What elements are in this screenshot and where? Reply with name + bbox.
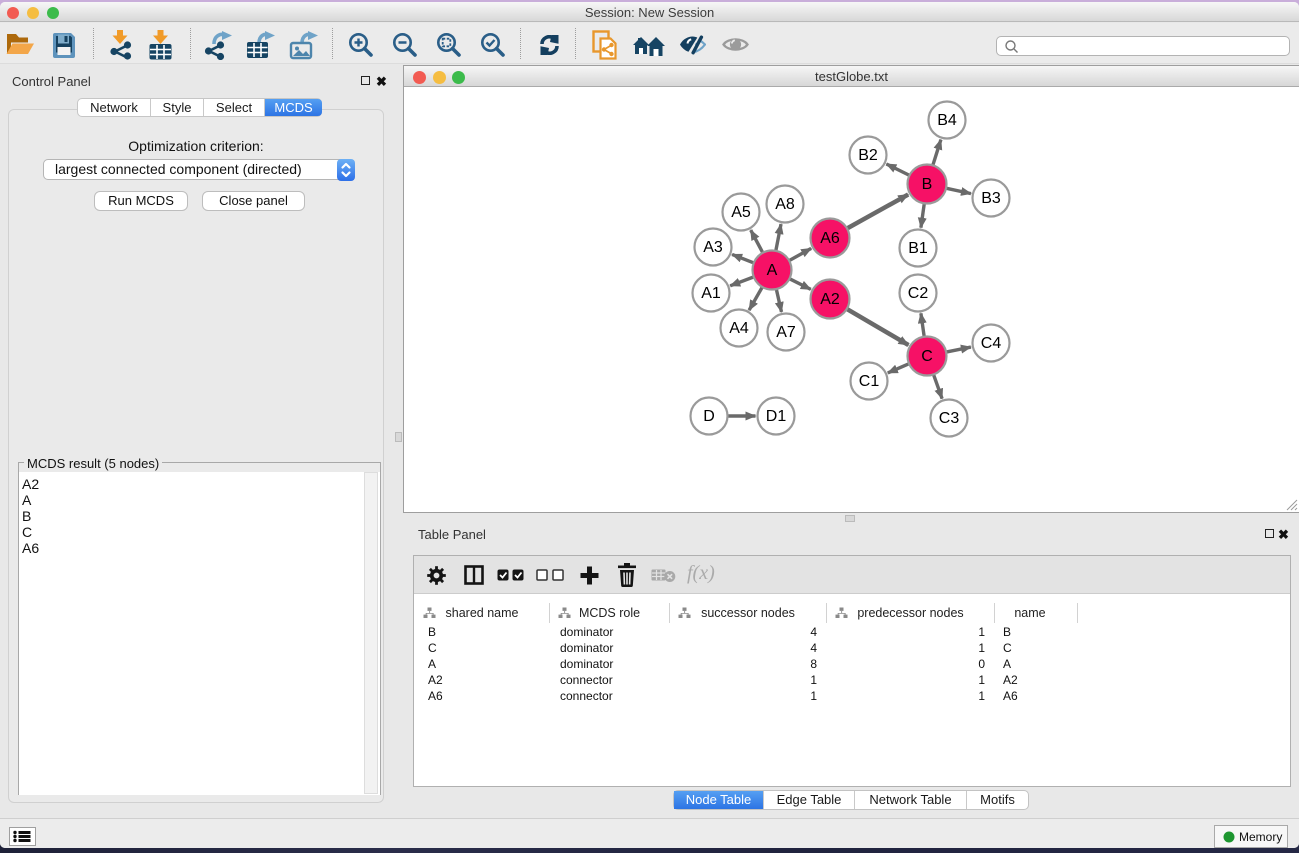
svg-text:C4: C4 (981, 335, 1002, 352)
svg-text:A5: A5 (731, 204, 751, 221)
svg-text:A1: A1 (701, 285, 721, 302)
svg-text:A4: A4 (729, 320, 749, 337)
svg-text:A6: A6 (820, 230, 840, 247)
svg-text:A8: A8 (775, 196, 795, 213)
svg-text:B3: B3 (981, 190, 1001, 207)
svg-text:B4: B4 (937, 112, 957, 129)
svg-text:A: A (767, 262, 778, 279)
svg-text:A7: A7 (776, 324, 796, 341)
svg-text:B1: B1 (908, 240, 928, 257)
svg-text:B: B (922, 176, 933, 193)
svg-text:C2: C2 (908, 285, 929, 302)
svg-text:C1: C1 (859, 373, 880, 390)
svg-text:A3: A3 (703, 239, 723, 256)
svg-text:C: C (921, 348, 933, 365)
svg-text:B2: B2 (858, 147, 878, 164)
svg-text:D1: D1 (766, 408, 787, 425)
svg-text:D: D (703, 408, 715, 425)
svg-text:C3: C3 (939, 410, 960, 427)
svg-text:A2: A2 (820, 291, 840, 308)
